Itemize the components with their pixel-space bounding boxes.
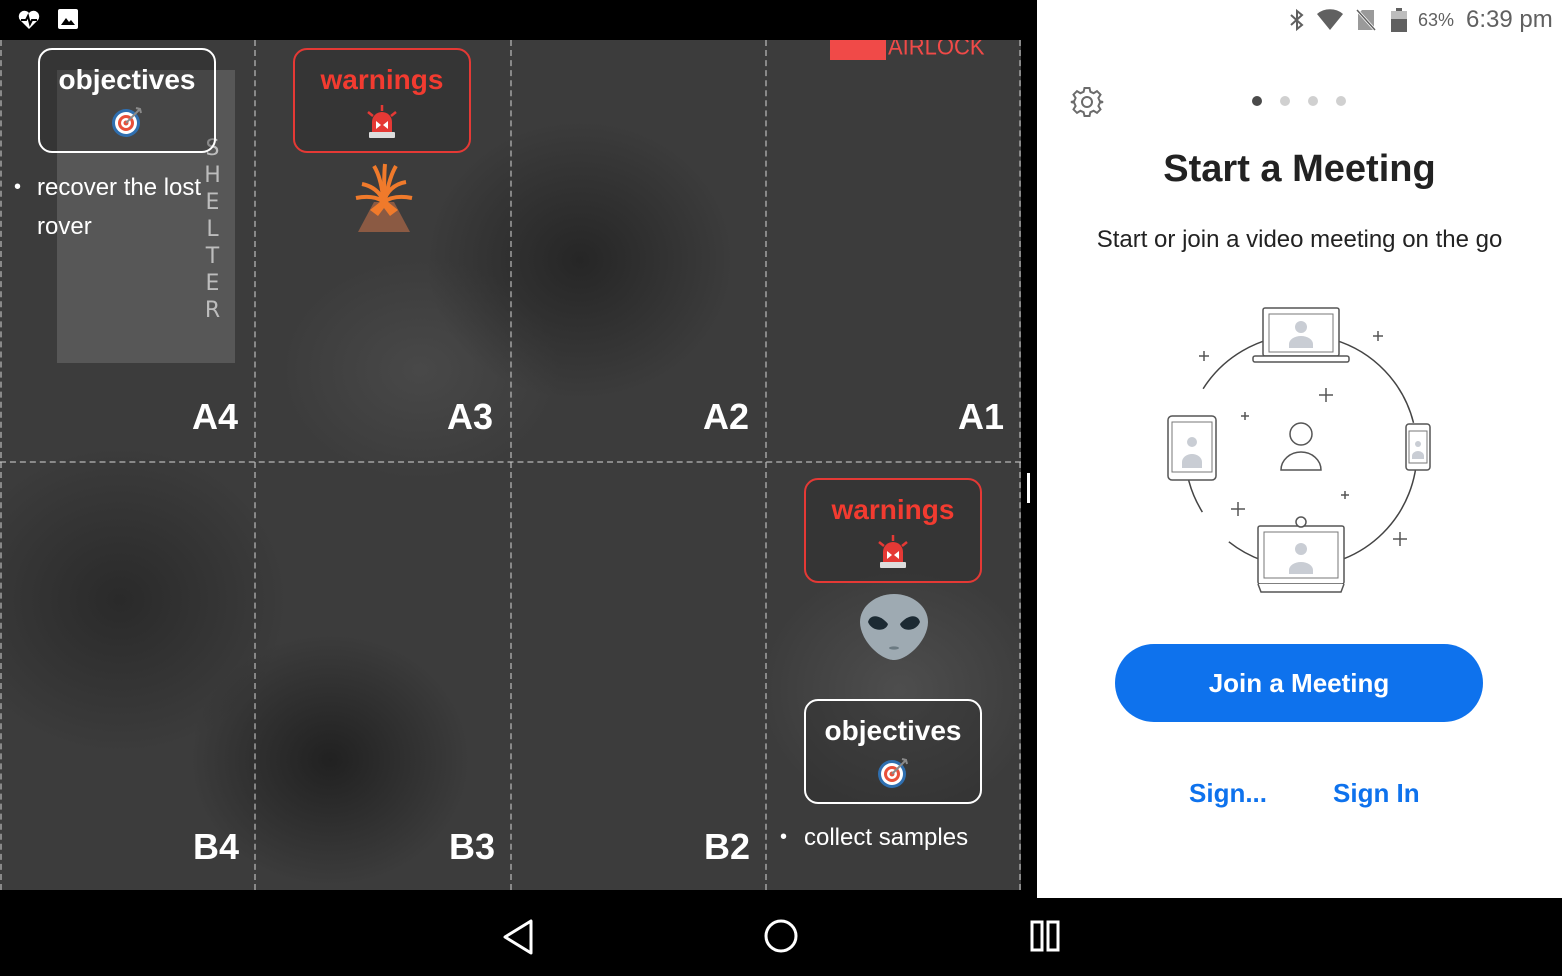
back-icon[interactable] bbox=[501, 918, 535, 956]
cell-label-b3: B3 bbox=[449, 826, 496, 867]
target-icon bbox=[112, 107, 142, 137]
sign-up-link[interactable]: Sign... bbox=[1189, 778, 1267, 809]
battery-percent: 63% bbox=[1418, 10, 1455, 30]
home-icon[interactable] bbox=[763, 918, 799, 954]
cell-label-b4: B4 bbox=[193, 826, 240, 867]
objective-item: recover the lost rover bbox=[37, 174, 202, 240]
battery-icon bbox=[1391, 8, 1407, 32]
carousel-dot[interactable] bbox=[1336, 96, 1346, 106]
alien-icon bbox=[860, 594, 928, 660]
cell-label-a3: A3 bbox=[447, 396, 494, 437]
cell-label-a2: A2 bbox=[703, 396, 750, 437]
objective-item: collect samples bbox=[804, 824, 969, 851]
gear-icon[interactable] bbox=[1070, 85, 1104, 119]
carousel-dot[interactable] bbox=[1252, 96, 1262, 106]
objectives-card-a4[interactable]: objectives bbox=[38, 48, 216, 153]
warnings-title: warnings bbox=[831, 494, 955, 525]
objectives-title: objectives bbox=[824, 715, 962, 746]
airlock-label: AIRLOCK bbox=[888, 40, 985, 61]
clock: 6:39 pm bbox=[1466, 6, 1553, 33]
no-sim-icon bbox=[1356, 9, 1376, 31]
warnings-card-a3[interactable]: warnings bbox=[293, 48, 471, 153]
warnings-title: warnings bbox=[320, 64, 444, 95]
split-screen-divider[interactable] bbox=[1021, 40, 1037, 890]
divider-handle[interactable] bbox=[1027, 473, 1030, 503]
cell-label-a4: A4 bbox=[192, 396, 239, 437]
bluetooth-icon bbox=[1290, 8, 1304, 32]
image-icon bbox=[58, 9, 78, 29]
carousel-dot[interactable] bbox=[1308, 96, 1318, 106]
carousel-dot[interactable] bbox=[1280, 96, 1290, 106]
siren-icon bbox=[367, 105, 397, 138]
zoom-panel: Start a Meeting Start or join a video me… bbox=[1037, 40, 1562, 898]
navigation-bar bbox=[0, 898, 1562, 976]
volcano-icon bbox=[355, 163, 413, 232]
join-meeting-button[interactable]: Join a Meeting bbox=[1115, 644, 1483, 722]
objectives-title: objectives bbox=[58, 64, 196, 95]
heart-pulse-icon bbox=[18, 10, 40, 29]
warnings-card-b1[interactable]: warnings bbox=[804, 478, 982, 583]
wifi-icon bbox=[1317, 9, 1343, 30]
meeting-devices-illustration bbox=[1167, 307, 1431, 593]
page-title: Start a Meeting bbox=[1163, 148, 1436, 190]
airlock-block bbox=[830, 40, 886, 60]
sign-in-link[interactable]: Sign In bbox=[1333, 778, 1420, 809]
target-icon bbox=[878, 758, 908, 788]
status-bar: 63% 6:39 pm bbox=[0, 0, 1562, 40]
cell-label-b2: B2 bbox=[704, 826, 751, 867]
page-subtitle: Start or join a video meeting on the go bbox=[1096, 226, 1503, 253]
siren-icon bbox=[878, 535, 908, 568]
objectives-card-b1[interactable]: objectives bbox=[804, 699, 982, 804]
map-grid[interactable]: SHELTER AIRLOCK A4 A3 A2 A1 B4 B3 B2 obj… bbox=[0, 40, 1021, 890]
recents-icon[interactable] bbox=[1030, 919, 1060, 953]
cell-label-a1: A1 bbox=[958, 396, 1005, 437]
